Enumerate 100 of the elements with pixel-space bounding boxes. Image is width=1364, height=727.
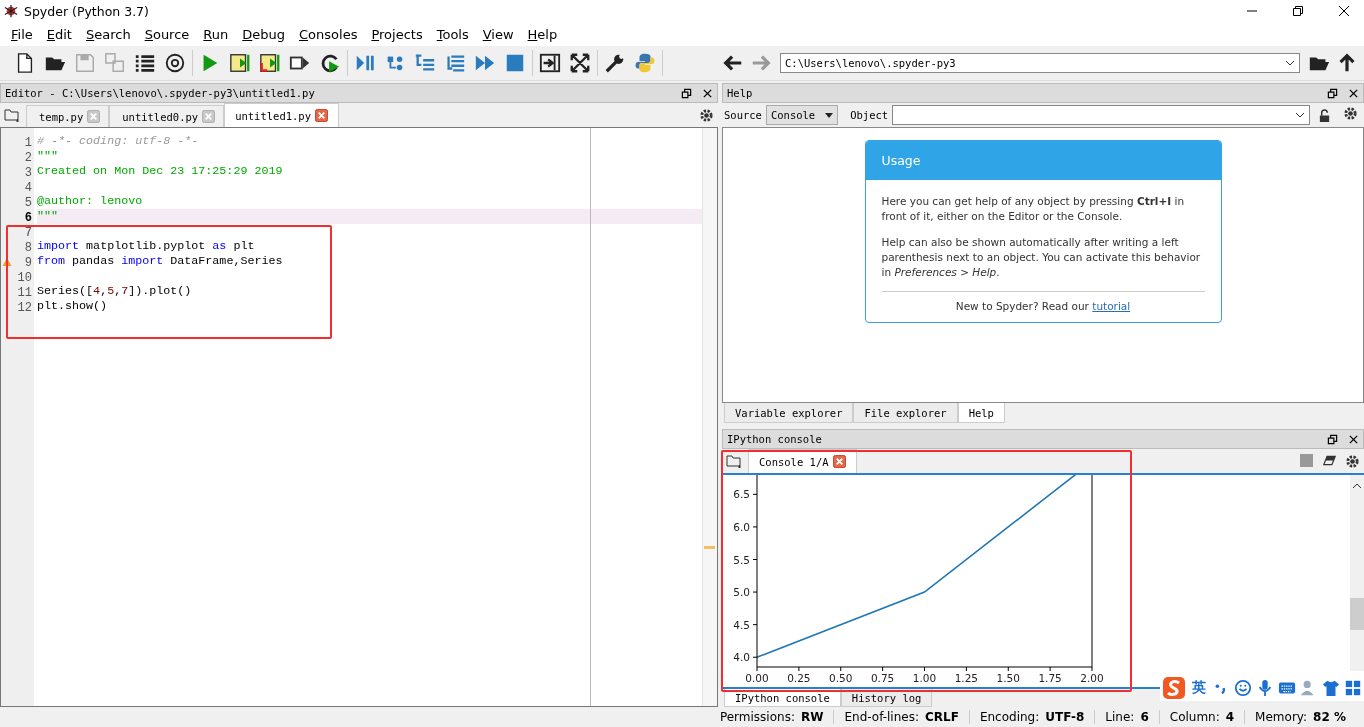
undock-icon[interactable] [681, 87, 692, 99]
menu-item[interactable]: View [475, 26, 521, 42]
undock-icon[interactable] [1327, 87, 1338, 99]
fullscreen-icon[interactable] [569, 52, 591, 74]
status-value: CRLF [925, 710, 959, 724]
status-value: 82 % [1313, 710, 1346, 724]
menu-item[interactable]: Tools [429, 26, 476, 42]
step-into-icon[interactable] [414, 52, 436, 74]
code-line: # -*- coding: utf-8 -*- [37, 134, 199, 148]
path-combo[interactable]: C:\Users\lenovo\.spyder-py3 [780, 53, 1300, 73]
y-tick-label: 6.5 [733, 488, 750, 501]
help-paragraph: Here you can get help of any object by pressing Ctrl+I in front of it, either on the Editor or the Console. [881, 194, 1186, 224]
ime-language[interactable]: 英 [1190, 679, 1208, 697]
line-number: 11 [17, 286, 32, 300]
status-label: Permissions: [719, 710, 795, 724]
line-number: 1 [24, 136, 32, 150]
status-label: End-of-lines: [844, 710, 919, 724]
console-tab[interactable]: Console 1/A [748, 449, 857, 473]
wrench-icon[interactable] [604, 52, 626, 74]
smiley-icon[interactable] [1234, 679, 1252, 697]
status-label: Encoding: [979, 710, 1040, 724]
scrollbar-thumb[interactable] [1350, 598, 1364, 630]
unlock-icon[interactable] [1318, 108, 1331, 122]
line-number: 12 [17, 301, 32, 315]
list-icon[interactable] [134, 52, 156, 74]
chevron-up-icon[interactable] [1352, 483, 1362, 489]
x-tick-label: 0.50 [829, 672, 853, 684]
restore-icon[interactable] [1292, 5, 1304, 17]
status-value: RW [800, 710, 824, 724]
pane-title: Help [727, 87, 754, 99]
undock-icon[interactable] [1327, 433, 1338, 445]
pane-tab[interactable]: Help [957, 403, 1005, 423]
status-label: Memory: [1255, 710, 1308, 724]
folder-icon[interactable] [4, 107, 20, 123]
eraser-icon[interactable] [1323, 454, 1336, 467]
help-paragraph: Help can also be shown automatically after writing a left parenthesis next to an object. You can activate this behavior in Preferences > Help. [881, 235, 1202, 280]
scrollbar[interactable] [1350, 475, 1364, 671]
close-icon[interactable] [1348, 433, 1359, 445]
menu-item[interactable]: Run [196, 26, 236, 42]
code-line: plt.show() [37, 299, 108, 313]
chevron-down-icon [1295, 112, 1305, 118]
step-return-icon[interactable] [444, 52, 466, 74]
code-line: Created on Mon Dec 23 17:25:29 2019 [37, 164, 283, 178]
status-label: Line: [1105, 710, 1135, 724]
close-icon[interactable] [702, 87, 713, 99]
close-icon[interactable] [1338, 5, 1350, 17]
x-tick-label: 1.75 [1038, 672, 1062, 684]
menu-item[interactable]: Debug [235, 26, 293, 42]
warning-marker [704, 546, 715, 549]
editor-tab[interactable]: untitled1.py [224, 103, 339, 127]
line-number: 5 [24, 196, 32, 210]
line-number: 3 [24, 166, 32, 180]
status-value: 4 [1225, 710, 1235, 724]
code-line: """ [37, 149, 59, 163]
code-line: """ [37, 209, 59, 223]
source-dropdown[interactable]: Console [765, 105, 839, 125]
menu-item[interactable]: Search [78, 26, 138, 42]
line-number: 9 [24, 256, 32, 270]
shirt-icon[interactable] [1322, 679, 1340, 697]
settings-icon[interactable] [699, 108, 714, 123]
pane-tab[interactable]: File explorer [853, 403, 958, 423]
menu-item[interactable]: Edit [39, 26, 79, 42]
y-tick-label: 5.0 [733, 586, 750, 599]
editor-tab[interactable]: temp.py [26, 105, 110, 127]
x-tick-label: 1.50 [996, 672, 1020, 684]
run-cell-advance-icon[interactable] [259, 52, 281, 74]
settings-icon[interactable] [1343, 105, 1358, 121]
python-icon[interactable] [634, 52, 656, 74]
window-title: Spyder (Python 3.7) [24, 3, 149, 19]
ime-logo-icon[interactable] [1162, 676, 1186, 700]
x-tick-label: 0.75 [870, 672, 895, 684]
code-line: from pandas import DataFrame,Series [37, 254, 283, 268]
line-number: 6 [24, 211, 32, 225]
tutorial-link[interactable]: tutorial [1092, 300, 1131, 312]
y-tick-label: 5.5 [733, 553, 750, 566]
maximize-pane-icon[interactable] [539, 52, 561, 74]
rerun-icon[interactable] [319, 52, 341, 74]
line-number: 7 [24, 226, 32, 240]
code-line: @author: lenovo [37, 194, 143, 208]
menu-item[interactable]: Help [520, 26, 565, 42]
settings-icon[interactable] [1345, 454, 1360, 469]
menu-item[interactable]: File [4, 26, 40, 42]
object-combo[interactable] [892, 105, 1310, 125]
line-number: 4 [24, 181, 32, 195]
menu-item[interactable]: Projects [364, 26, 430, 42]
line-number: 8 [24, 241, 32, 255]
menu-item[interactable]: Source [137, 26, 197, 42]
source-label: Source [724, 109, 762, 121]
chevron-down-icon [1285, 60, 1295, 66]
line-number: 2 [24, 151, 32, 165]
menu-item[interactable]: Consoles [292, 26, 365, 42]
microphone-icon[interactable] [1256, 679, 1274, 697]
pane-tab[interactable]: Variable explorer [724, 403, 854, 423]
editor-tab[interactable]: untitled0.py [109, 105, 225, 127]
close-icon[interactable] [1348, 87, 1359, 99]
stop-icon[interactable] [504, 52, 526, 74]
run-cell-icon[interactable] [229, 52, 251, 74]
line-number: 10 [17, 271, 32, 285]
folder-icon[interactable] [726, 453, 742, 469]
grid-icon[interactable] [1344, 679, 1362, 697]
